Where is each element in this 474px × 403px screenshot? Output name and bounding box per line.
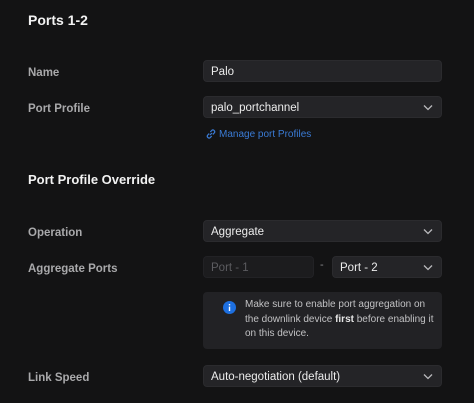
aggregate-ports-label: Aggregate Ports — [28, 263, 118, 275]
chevron-down-icon — [423, 229, 433, 235]
override-section-title: Port Profile Override — [28, 172, 156, 187]
chevron-down-icon — [423, 265, 433, 271]
name-label: Name — [28, 67, 60, 79]
aggregate-separator: - — [320, 259, 324, 271]
port-profile-value: palo_portchannel — [211, 102, 300, 114]
aggregate-start-port: Port - 1 — [203, 256, 314, 278]
panel-title: Ports 1-2 — [28, 12, 88, 28]
aggregation-info-box: Make sure to enable port aggregation on … — [203, 292, 442, 349]
aggregate-end-port-select[interactable]: Port - 2 — [332, 256, 442, 278]
manage-port-profiles-text: Manage port Profiles — [219, 128, 312, 140]
info-icon — [223, 301, 236, 314]
port-profile-select[interactable]: palo_portchannel — [203, 96, 442, 118]
operation-value: Aggregate — [211, 226, 265, 238]
aggregation-info-text: Make sure to enable port aggregation on … — [245, 298, 435, 342]
name-input[interactable]: Palo — [203, 60, 442, 82]
aggregate-end-value: Port - 2 — [340, 262, 378, 274]
chevron-down-icon — [423, 105, 433, 111]
aggregate-start-value: Port - 1 — [211, 262, 249, 274]
operation-label: Operation — [28, 227, 83, 239]
info-text-bold: first — [335, 313, 354, 325]
operation-select[interactable]: Aggregate — [203, 220, 442, 242]
link-speed-value: Auto-negotiation (default) — [211, 371, 341, 383]
link-speed-select[interactable]: Auto-negotiation (default) — [203, 365, 442, 387]
name-input-value: Palo — [211, 66, 235, 78]
chevron-down-icon — [423, 374, 433, 380]
link-icon — [206, 129, 216, 139]
manage-port-profiles-link[interactable]: Manage port Profiles — [205, 128, 311, 140]
port-profile-label: Port Profile — [28, 103, 90, 115]
link-speed-label: Link Speed — [28, 372, 90, 384]
